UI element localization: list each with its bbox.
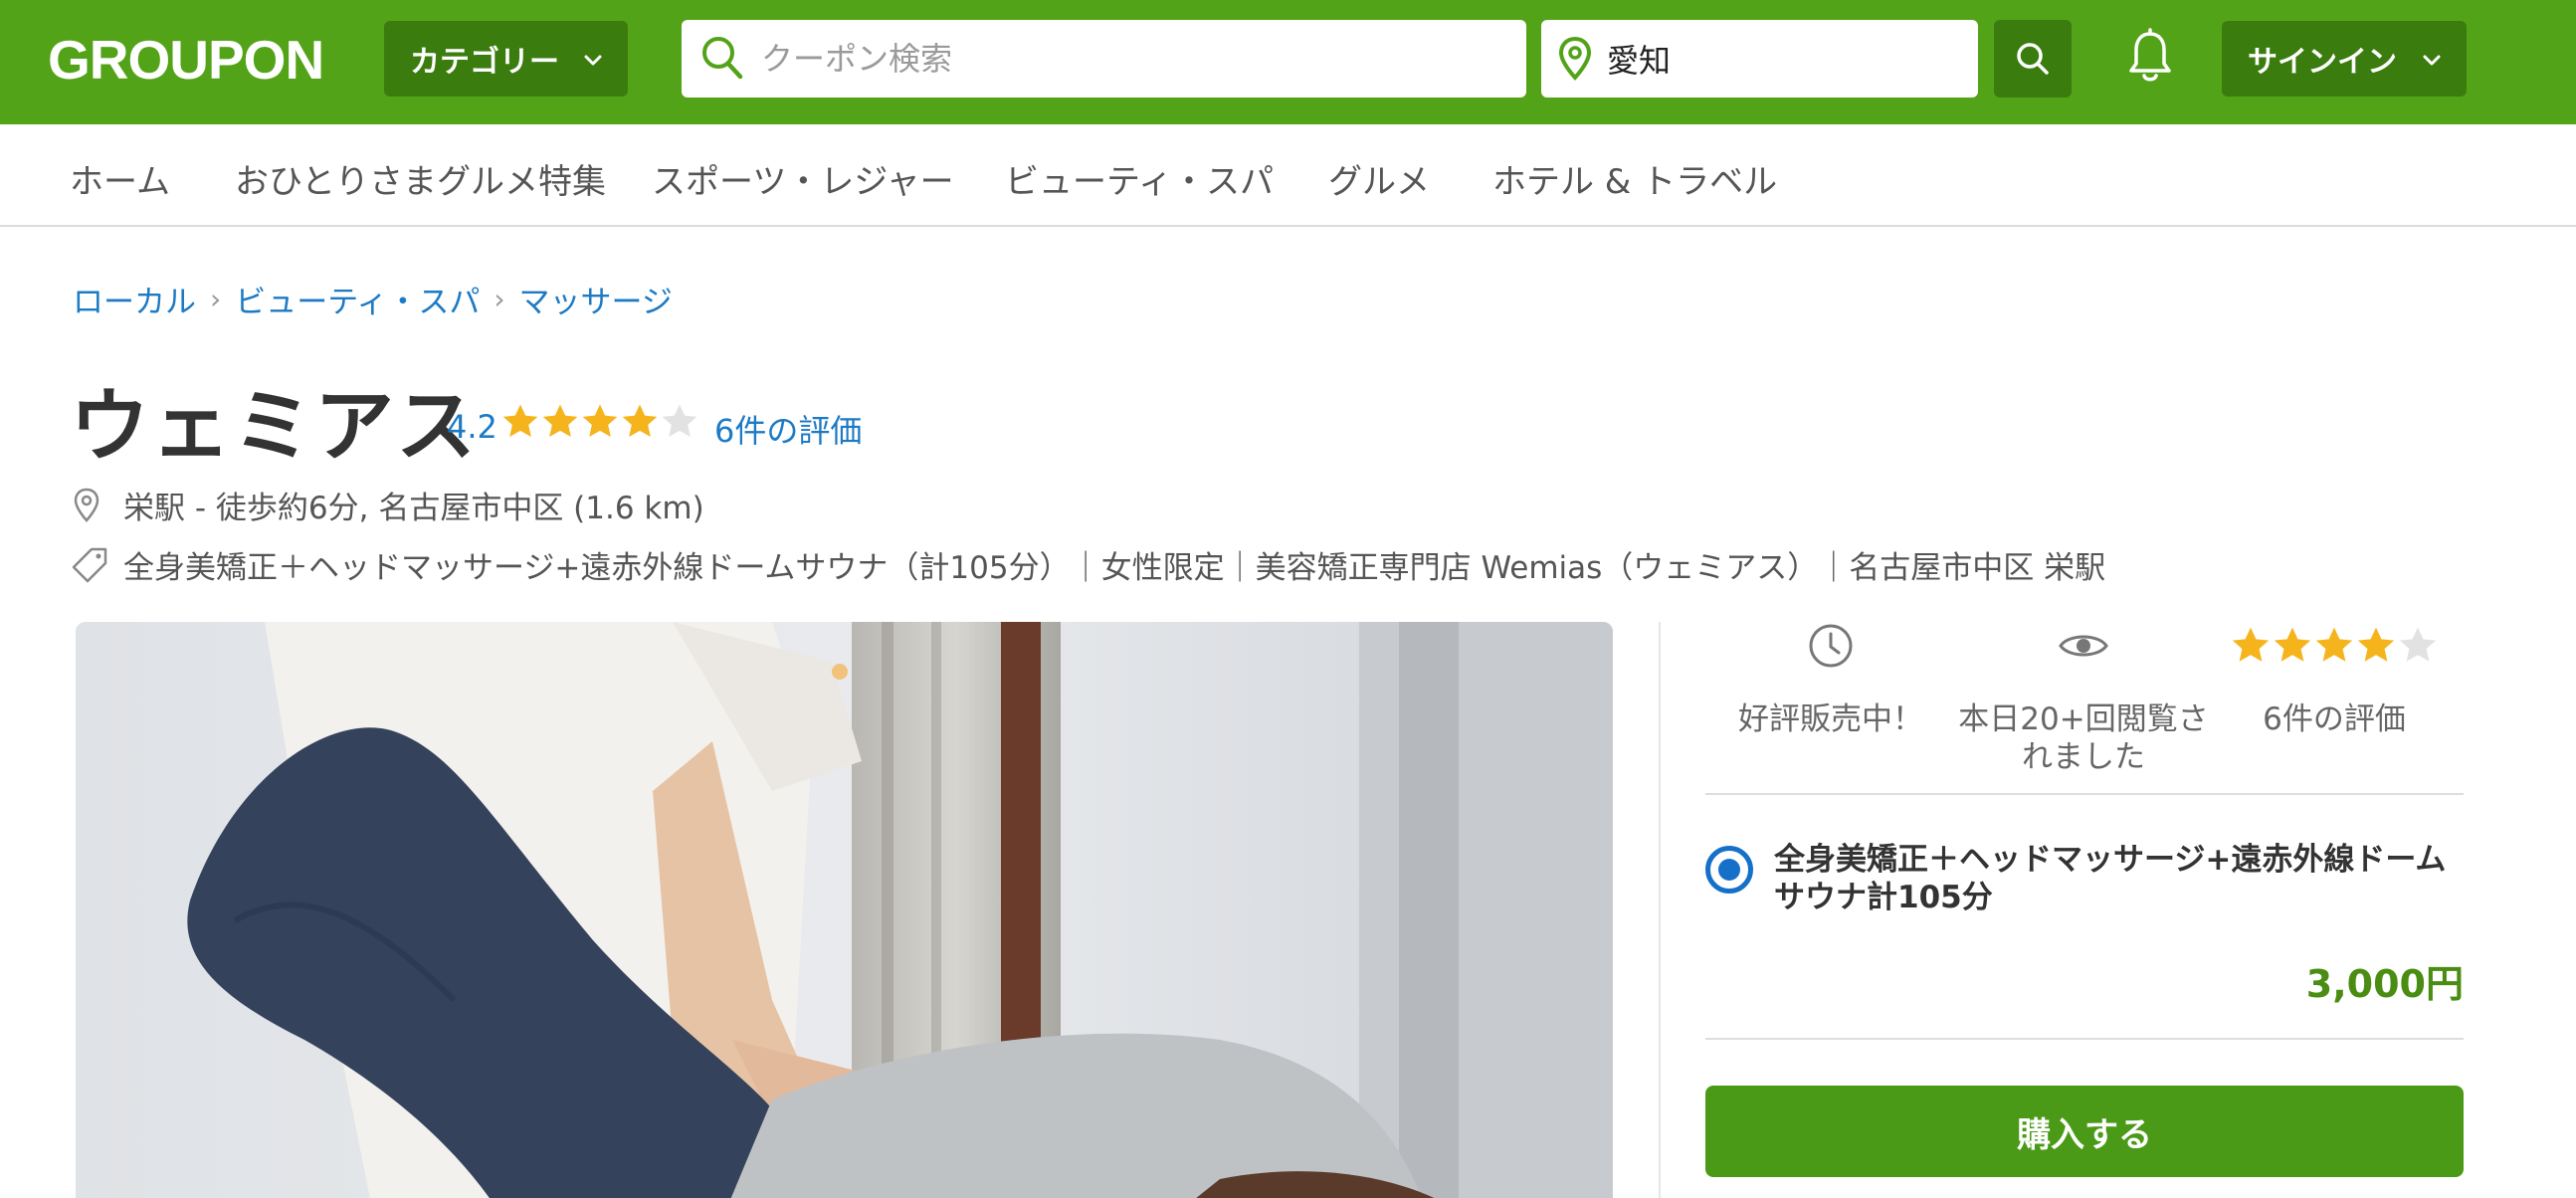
option-radio[interactable]	[1705, 846, 1753, 894]
breadcrumb-separator: ›	[210, 283, 222, 315]
bell-icon	[2129, 28, 2171, 82]
search-icon	[702, 37, 743, 80]
stat-views: 本日20+回閲覧されました	[1954, 619, 2213, 776]
star-icon	[502, 404, 538, 437]
tagline-text: 全身美矯正＋ヘッドマッサージ+遠赤外線ドームサウナ（計105分）｜女性限定｜美容…	[123, 550, 2106, 586]
breadcrumb-separator: ›	[494, 283, 505, 315]
deal-title: ウェミアス	[70, 380, 478, 473]
reviews-link[interactable]: 6件の評価	[714, 406, 862, 452]
deal-photo[interactable]	[76, 622, 1613, 1198]
breadcrumb-local[interactable]: ローカル	[73, 277, 196, 321]
nav-item-gourmet[interactable]: グルメ	[1328, 154, 1430, 203]
stat-reviews-label: 6件の評価	[2263, 701, 2406, 737]
star-icon	[662, 404, 697, 437]
panel-divider	[1659, 622, 1661, 1198]
breadcrumb-massage[interactable]: マッサージ	[519, 277, 673, 321]
chevron-down-icon	[584, 55, 602, 66]
chevron-down-icon	[2423, 55, 2441, 66]
star-icon	[2357, 627, 2395, 662]
breadcrumb: ローカル › ビューティ・スパ › マッサージ	[73, 277, 673, 321]
address-text: 栄駅 - 徒歩約6分, 名古屋市中区 (1.6 km)	[123, 491, 704, 526]
nav-item-solo-gourmet[interactable]: おひとりさまグルメ特集	[235, 154, 606, 203]
eye-icon	[2059, 635, 2108, 657]
search-icon	[2017, 43, 2049, 75]
rating-stars	[500, 402, 699, 442]
massage-photo-image	[76, 622, 1613, 1198]
stat-views-label: 本日20+回閲覧されました	[1958, 701, 2209, 775]
tag-icon	[72, 547, 107, 582]
star-icon	[2399, 627, 2437, 662]
nav-item-beauty-spa[interactable]: ビューティ・スパ	[1005, 154, 1274, 203]
star-icon	[2274, 627, 2311, 662]
signin-dropdown-button[interactable]: サインイン	[2222, 21, 2467, 97]
nav-item-home[interactable]: ホーム	[70, 154, 170, 203]
deal-address: 栄駅 - 徒歩約6分, 名古屋市中区 (1.6 km)	[72, 483, 704, 527]
rating-value: 4.2	[447, 408, 497, 446]
buy-button[interactable]: 購入する	[1705, 1086, 2464, 1177]
radio-dot	[1718, 859, 1740, 881]
panel-rating-stars	[2230, 625, 2439, 667]
stat-selling: 好評販売中！	[1701, 619, 1960, 738]
star-icon	[2315, 627, 2353, 662]
star-icon	[542, 404, 578, 437]
category-dropdown-button[interactable]: カテゴリー	[384, 21, 628, 97]
notifications-button[interactable]	[2125, 28, 2175, 92]
deal-tagline: 全身美矯正＋ヘッドマッサージ+遠赤外線ドームサウナ（計105分）｜女性限定｜美容…	[70, 542, 2105, 587]
panel-divider-bottom	[1705, 1038, 2464, 1040]
star-icon	[582, 404, 618, 437]
search-button[interactable]	[1994, 20, 2072, 98]
location-input[interactable]	[1607, 20, 1965, 98]
nav-item-sports-leisure[interactable]: スポーツ・レジャー	[652, 154, 954, 203]
star-icon	[2232, 627, 2270, 662]
option-price: 3,000円	[2305, 962, 2464, 1006]
groupon-logo[interactable]: GROUPON	[48, 28, 324, 92]
search-input[interactable]	[761, 20, 1497, 98]
stat-selling-label: 好評販売中！	[1738, 701, 1923, 737]
option-label[interactable]: 全身美矯正＋ヘッドマッサージ+遠赤外線ドームサウナ計105分	[1774, 841, 2471, 916]
top-header: GROUPON カテゴリー サインイン	[0, 0, 2576, 124]
location-pin-icon	[74, 488, 99, 522]
nav-item-hotel-travel[interactable]: ホテル & トラベル	[1492, 154, 1777, 203]
search-box	[682, 20, 1526, 98]
location-pin-icon	[1558, 36, 1592, 81]
clock-icon	[1809, 624, 1853, 668]
category-label: カテゴリー	[410, 45, 559, 80]
location-box	[1541, 20, 1978, 98]
star-icon	[622, 404, 658, 437]
signin-label: サインイン	[2248, 45, 2397, 80]
breadcrumb-beauty-spa[interactable]: ビューティ・スパ	[235, 277, 480, 321]
category-nav: ホーム おひとりさまグルメ特集 スポーツ・レジャー ビューティ・スパ グルメ ホ…	[0, 124, 2576, 227]
panel-divider-top	[1705, 793, 2464, 795]
stat-reviews: 6件の評価	[2205, 619, 2464, 738]
